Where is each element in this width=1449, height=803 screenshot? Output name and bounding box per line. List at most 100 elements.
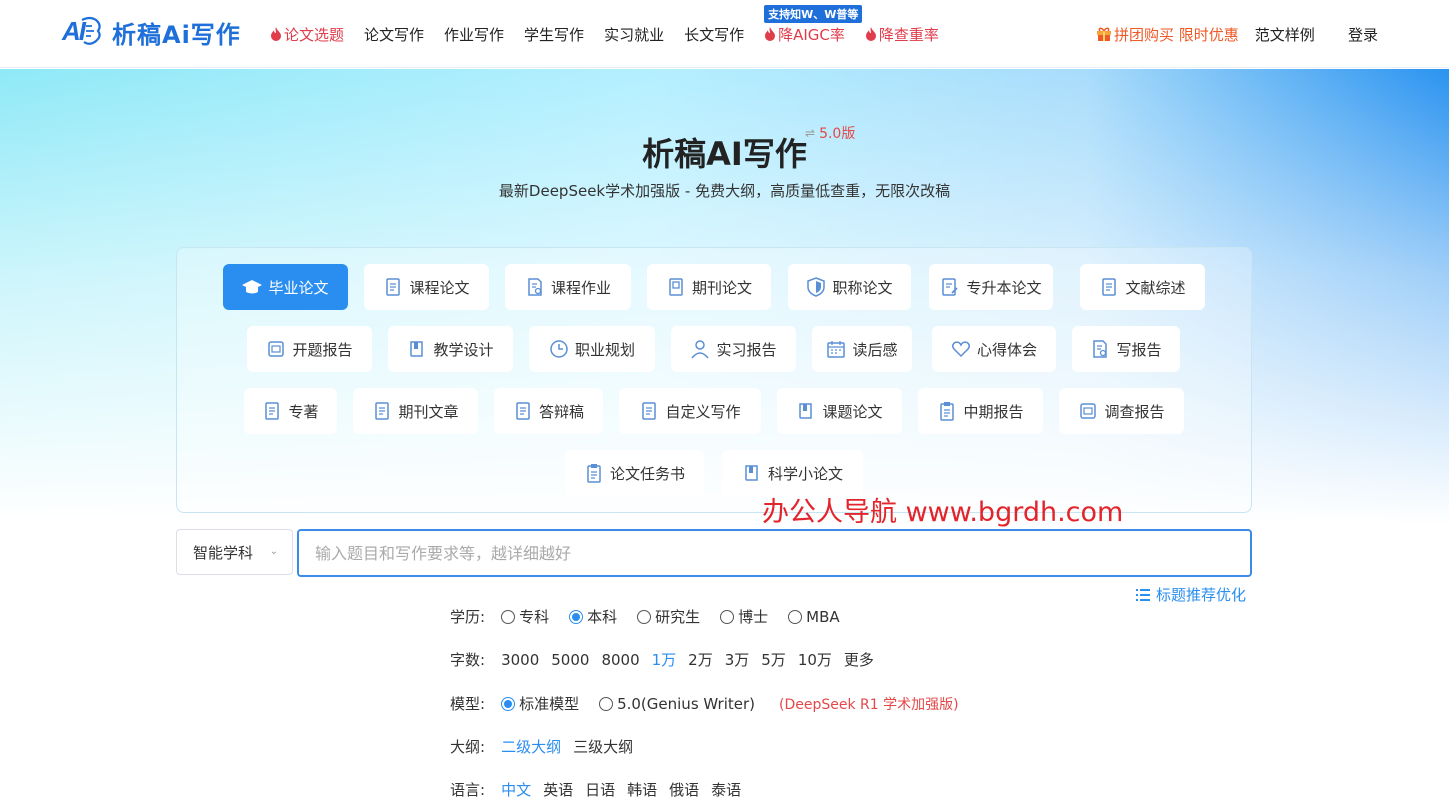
category-17-button[interactable]: 答辩稿 — [494, 388, 603, 434]
category-label: 期刊文章 — [398, 402, 459, 421]
words-choice-1[interactable]: 3000 — [501, 651, 539, 669]
category-3-button[interactable]: 课程作业 — [505, 264, 631, 310]
main-nav: 论文选题 论文写作 作业写作 学生写作 实习就业 长文写作 支持知W、W普等 降… — [270, 4, 959, 46]
language-choice-3[interactable]: 日语 — [585, 779, 615, 800]
category-14-button[interactable]: 写报告 — [1072, 326, 1180, 372]
flame-icon — [765, 27, 776, 41]
journal-icon — [669, 278, 683, 296]
words-choice-4[interactable]: 1万 — [652, 649, 677, 670]
outline-choice-2[interactable]: 三级大纲 — [573, 736, 633, 757]
words-choice-9[interactable]: 更多 — [844, 649, 874, 670]
category-label: 自定义写作 — [665, 402, 741, 421]
document-icon — [265, 402, 280, 420]
category-label: 职业规划 — [574, 340, 635, 359]
category-13-button[interactable]: 心得体会 — [932, 326, 1056, 372]
group-buy-promo[interactable]: 拼团购买 限时优惠 — [1096, 24, 1239, 45]
title-optimize-link[interactable]: 标题推荐优化 — [1136, 584, 1246, 605]
clipboard-icon — [940, 402, 955, 421]
heart-icon — [951, 341, 970, 358]
gift-icon — [1097, 27, 1111, 41]
topic-input[interactable] — [297, 529, 1252, 577]
top-header: AI 析稿Ai写作 论文选题 论文写作 作业写作 学生写作 实习就业 长文写作 … — [0, 0, 1449, 68]
brand-logo[interactable]: AI 析稿Ai写作 — [62, 14, 241, 50]
category-18-button[interactable]: 自定义写作 — [619, 388, 761, 434]
nav-internship[interactable]: 实习就业 — [604, 24, 664, 45]
outline-choice-1[interactable]: 二级大纲 — [501, 736, 561, 757]
nav-student-writing[interactable]: 学生写作 — [524, 24, 584, 45]
category-label: 课程论文 — [409, 278, 470, 297]
category-20-button[interactable]: 中期报告 — [918, 388, 1043, 434]
logo-mark-icon: AI — [62, 14, 102, 50]
book-icon — [745, 465, 758, 481]
education-label: 学历: — [450, 608, 486, 626]
category-5-button[interactable]: 职称论文 — [788, 264, 911, 310]
category-19-button[interactable]: 课题论文 — [777, 388, 902, 434]
nav-homework-writing[interactable]: 作业写作 — [444, 24, 504, 45]
page-subtitle: 最新DeepSeek学术加强版 - 免费大纲，高质量低查重，无限次改稿 — [498, 182, 951, 200]
book-icon — [410, 341, 424, 357]
nav-reduce-aigc[interactable]: 支持知W、W普等 降AIGC率 — [764, 4, 863, 45]
education-option-3[interactable]: 研究生 — [637, 606, 700, 627]
radio-icon — [569, 609, 584, 624]
category-12-button[interactable]: 读后感 — [812, 326, 912, 372]
radio-icon — [599, 696, 614, 711]
document-icon — [1102, 278, 1117, 296]
education-option-1[interactable]: 专科 — [501, 606, 549, 627]
nav-topic-selection[interactable]: 论文选题 — [270, 24, 344, 45]
category-label: 科学小论文 — [767, 464, 843, 483]
category-9-button[interactable]: 教学设计 — [388, 326, 513, 372]
education-option-4[interactable]: 博士 — [720, 606, 768, 627]
document-search-icon — [1093, 340, 1108, 358]
book-icon — [799, 403, 813, 419]
language-choice-4[interactable]: 韩语 — [627, 779, 657, 800]
category-label: 写报告 — [1116, 340, 1162, 359]
category-10-button[interactable]: 职业规划 — [529, 326, 655, 372]
education-option-5[interactable]: MBA — [788, 608, 840, 626]
brand-name: 析稿Ai写作 — [112, 20, 241, 49]
words-choice-8[interactable]: 10万 — [798, 649, 832, 670]
words-choice-5[interactable]: 2万 — [688, 649, 713, 670]
words-choice-2[interactable]: 5000 — [551, 651, 589, 669]
category-label: 毕业论文 — [268, 278, 329, 297]
category-22-button[interactable]: 论文任务书 — [565, 450, 704, 496]
category-15-button[interactable]: 专著 — [244, 388, 337, 434]
version-badge[interactable]: ⇌ 5.0版 — [805, 123, 855, 143]
language-choice-1[interactable]: 中文 — [501, 779, 531, 800]
model-option-2[interactable]: 5.0(Genius Writer) — [599, 695, 755, 713]
category-8-button[interactable]: 开题报告 — [247, 326, 372, 372]
nav-paper-writing[interactable]: 论文写作 — [364, 24, 424, 45]
category-21-button[interactable]: 调查报告 — [1059, 388, 1184, 434]
document-icon — [386, 278, 401, 296]
login-link[interactable]: 登录 — [1348, 24, 1378, 45]
category-label: 论文任务书 — [609, 464, 685, 483]
category-16-button[interactable]: 期刊文章 — [353, 388, 478, 434]
category-1-button[interactable]: 毕业论文 — [223, 264, 348, 310]
model-option-1[interactable]: 标准模型 — [501, 693, 579, 714]
sample-essays-link[interactable]: 范文样例 — [1255, 24, 1315, 45]
radio-icon — [788, 609, 803, 624]
category-7-button[interactable]: 文献综述 — [1080, 264, 1205, 310]
language-choice-2[interactable]: 英语 — [543, 779, 573, 800]
words-choice-6[interactable]: 3万 — [725, 649, 750, 670]
education-option-2[interactable]: 本科 — [569, 606, 617, 627]
shield-icon — [807, 277, 826, 297]
flame-icon — [271, 27, 281, 41]
nav-reduce-duplicate[interactable]: 降查重率 — [865, 24, 939, 45]
category-2-button[interactable]: 课程论文 — [364, 264, 489, 310]
words-choice-7[interactable]: 5万 — [761, 649, 786, 670]
category-4-button[interactable]: 期刊论文 — [647, 264, 771, 310]
language-row: 语言: 中文 英语 日语 韩语 俄语 泰语 — [450, 779, 753, 800]
calendar-icon — [827, 341, 846, 358]
subject-select[interactable]: 智能学科 ⌄ — [176, 529, 293, 575]
graduation-cap-icon — [242, 280, 263, 294]
model-note: (DeepSeek R1 学术加强版) — [779, 696, 959, 713]
language-choice-6[interactable]: 泰语 — [711, 779, 741, 800]
category-label: 答辩稿 — [538, 402, 584, 421]
category-label: 专著 — [288, 402, 319, 421]
words-choice-3[interactable]: 8000 — [601, 651, 639, 669]
category-6-button[interactable]: 专升本论文 — [929, 264, 1053, 310]
category-11-button[interactable]: 实习报告 — [671, 326, 796, 372]
nav-long-writing[interactable]: 长文写作 — [684, 24, 744, 45]
swap-icon: ⇌ — [805, 126, 816, 140]
language-choice-5[interactable]: 俄语 — [669, 779, 699, 800]
